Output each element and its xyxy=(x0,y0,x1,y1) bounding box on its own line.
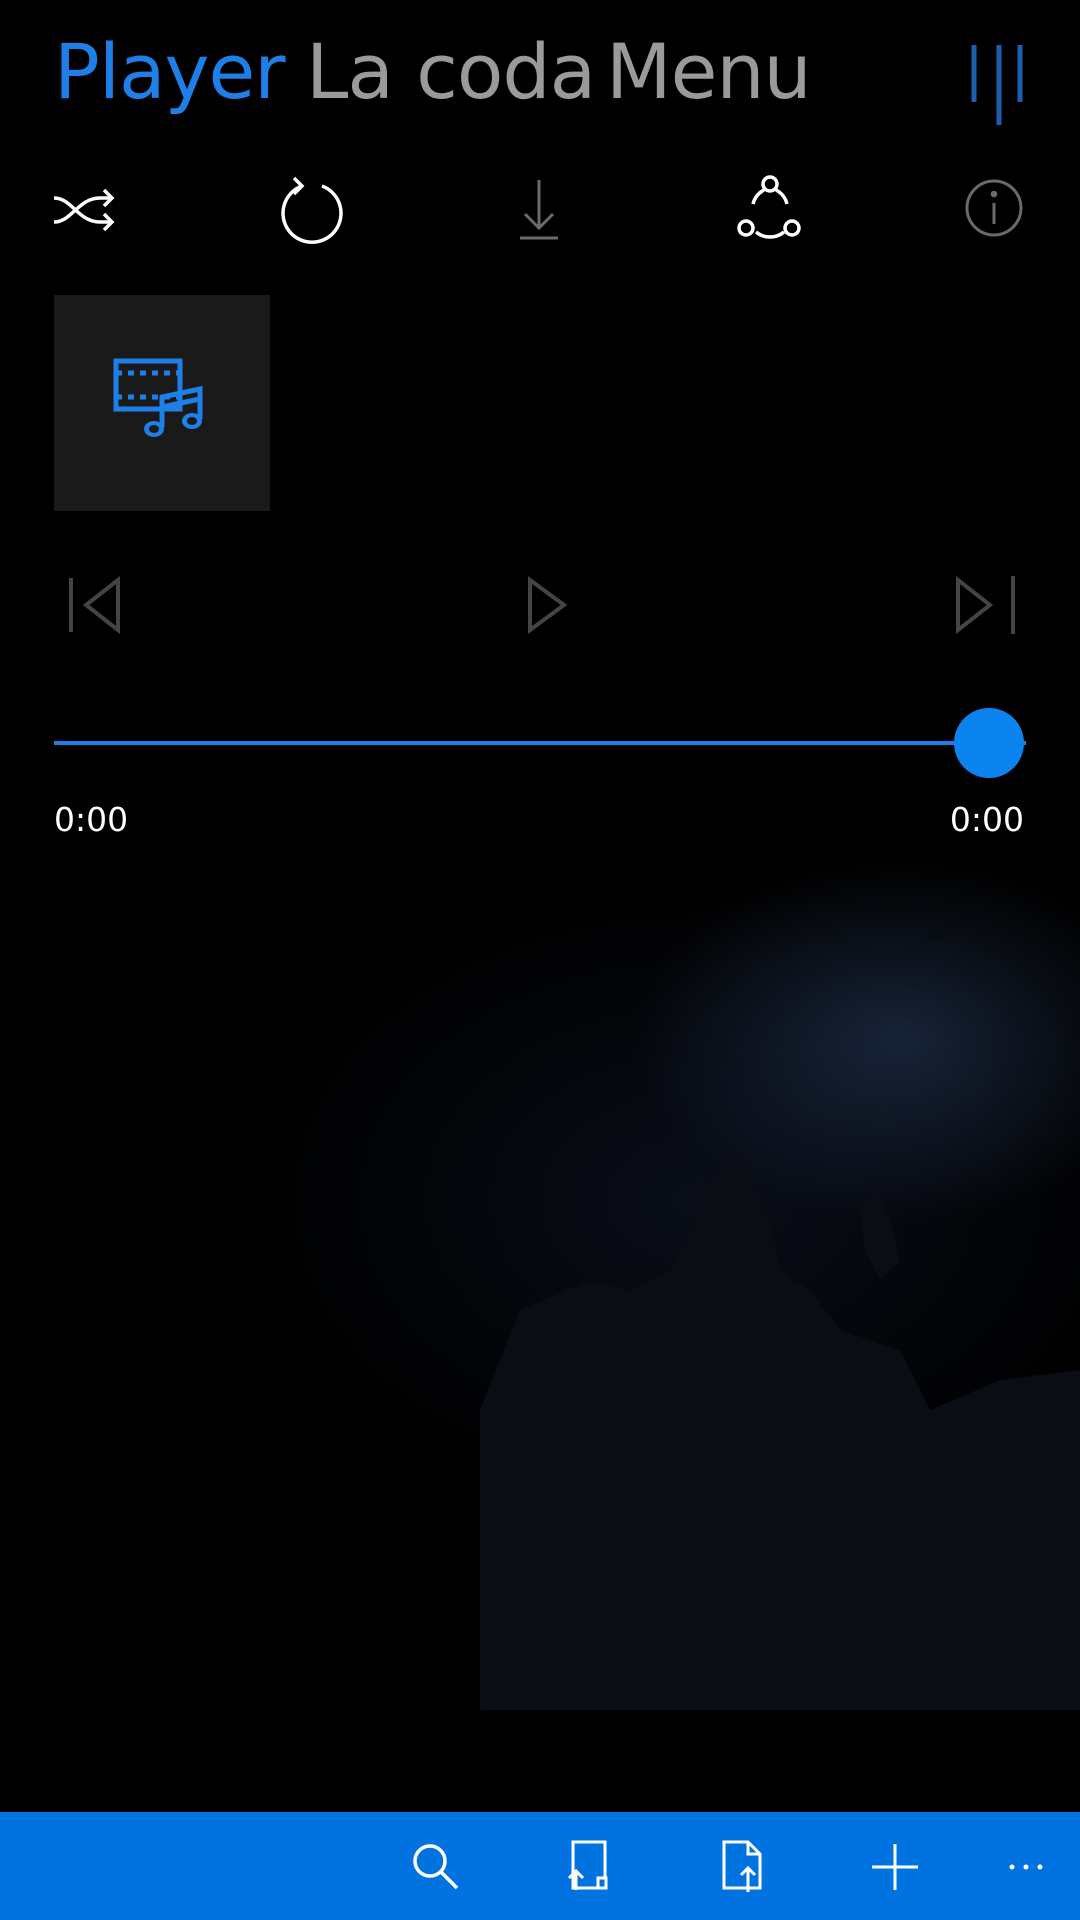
video-music-icon xyxy=(113,358,203,437)
album-art xyxy=(54,295,270,511)
shuffle-icon[interactable] xyxy=(44,170,124,250)
elapsed-time: 0:00 xyxy=(54,800,129,839)
search-icon[interactable] xyxy=(401,1832,471,1902)
tab-menu[interactable]: Menu xyxy=(606,22,812,122)
add-icon[interactable] xyxy=(860,1832,930,1902)
previous-icon[interactable] xyxy=(60,570,140,640)
seek-thumb[interactable] xyxy=(954,708,1024,778)
duration-time: 0:00 xyxy=(949,800,1024,839)
open-file-icon[interactable] xyxy=(554,1832,624,1902)
play-icon[interactable] xyxy=(508,570,588,640)
tab-queue[interactable]: La coda xyxy=(306,22,596,122)
app-bar xyxy=(0,1812,1080,1920)
seek-bar[interactable] xyxy=(54,741,1026,745)
pivot-header: Player La coda Menu xyxy=(0,0,1080,150)
next-icon[interactable] xyxy=(944,570,1024,640)
upload-file-icon[interactable] xyxy=(708,1832,778,1902)
share-icon[interactable] xyxy=(728,170,808,250)
more-icon[interactable] xyxy=(1000,1832,1070,1902)
crowd-silhouette xyxy=(480,1160,1080,1710)
repeat-icon[interactable] xyxy=(272,170,352,250)
tab-player[interactable]: Player xyxy=(54,22,285,122)
download-icon[interactable] xyxy=(500,170,580,250)
hamburger-icon[interactable] xyxy=(964,40,1024,130)
info-icon[interactable] xyxy=(956,170,1036,250)
